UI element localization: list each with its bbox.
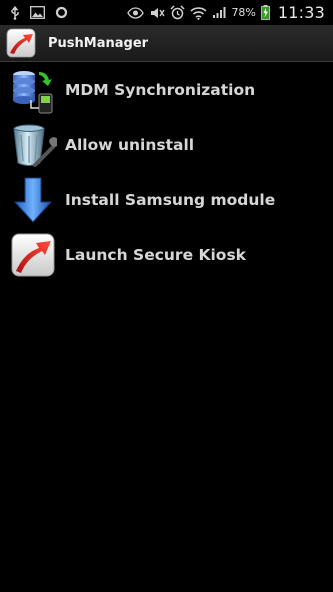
action-bar: PushManager	[0, 25, 333, 62]
trash-icon	[9, 121, 59, 169]
eye-icon	[127, 6, 145, 19]
usb-icon	[10, 5, 20, 20]
status-clock: 11:33	[277, 3, 325, 22]
image-icon	[30, 6, 45, 19]
battery-charging-icon	[260, 5, 270, 20]
menu-item-install-samsung-module[interactable]: Install Samsung module	[0, 172, 333, 227]
wifi-icon	[190, 6, 207, 20]
menu-item-launch-secure-kiosk[interactable]: Launch Secure Kiosk	[0, 227, 333, 282]
menu-item-label: Allow uninstall	[65, 135, 195, 154]
signal-icon	[212, 6, 226, 19]
status-bar: 78% 11:33	[0, 0, 333, 25]
alarm-icon	[170, 5, 185, 20]
database-sync-icon	[9, 66, 57, 114]
menu-item-allow-uninstall[interactable]: Allow uninstall	[0, 117, 333, 172]
battery-percent: 78%	[231, 6, 256, 19]
launch-icon	[9, 231, 57, 279]
sync-icon	[55, 6, 68, 19]
menu-item-mdm-synchronization[interactable]: MDM Synchronization	[0, 62, 333, 117]
mute-icon	[149, 6, 166, 20]
app-title: PushManager	[48, 35, 149, 51]
download-arrow-icon	[9, 176, 57, 224]
menu-item-label: Launch Secure Kiosk	[65, 245, 246, 264]
menu-list: MDM Synchronization Allow uninstall Inst…	[0, 62, 333, 282]
menu-item-label: Install Samsung module	[65, 190, 276, 209]
arrow-launch-icon[interactable]	[6, 28, 36, 58]
menu-item-label: MDM Synchronization	[65, 80, 256, 99]
